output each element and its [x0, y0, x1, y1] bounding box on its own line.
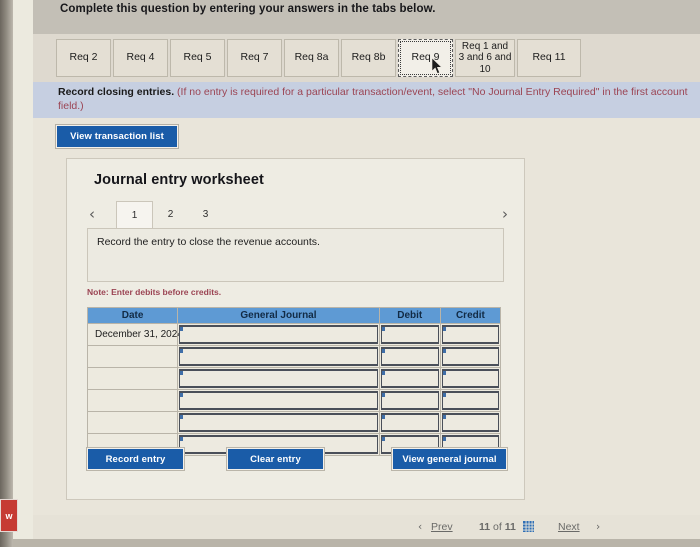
date-value-1: December 31, 2024 [95, 329, 183, 340]
page-root: Complete this question by entering your … [13, 0, 700, 547]
requirement-tabs-bar: Req 2 Req 4 Req 5 Req 7 Req 8a Req 8b Re… [33, 34, 700, 82]
table-row [86, 345, 502, 368]
browser-side-tab[interactable]: w [0, 499, 18, 532]
table-header-row: Date General Journal Debit Credit [86, 307, 502, 324]
content-area: View transaction list Journal entry work… [33, 118, 700, 547]
next-link[interactable]: Next [558, 521, 580, 533]
tab-req-11[interactable]: Req 11 [517, 39, 581, 77]
credit-input-3[interactable] [441, 369, 499, 388]
column-header-credit: Credit [439, 307, 502, 324]
cell-general-journal [177, 389, 380, 412]
general-journal-input-1[interactable] [179, 325, 378, 344]
worksheet-page-2[interactable]: 2 [153, 201, 188, 227]
requirement-description-band: Record closing entries. (If no entry is … [33, 82, 700, 118]
requirement-description: Record closing entries. (If no entry is … [58, 86, 688, 114]
entry-prompt-box: Record the entry to close the revenue ac… [87, 228, 504, 282]
worksheet-pager: ‹ 1 2 3 › [87, 201, 510, 229]
debit-input-2[interactable] [380, 347, 439, 366]
table-row [86, 411, 502, 434]
cell-credit [439, 345, 502, 368]
tab-req-2[interactable]: Req 2 [56, 39, 111, 77]
table-row [86, 367, 502, 390]
tab-req-4[interactable]: Req 4 [113, 39, 168, 77]
prev-chevron-icon[interactable]: ‹ [418, 521, 422, 533]
next-chevron-icon[interactable]: › [596, 521, 600, 533]
record-entry-button[interactable]: Record entry [87, 448, 184, 470]
cell-date: December 31, 2024 [86, 323, 183, 346]
tab-req-9[interactable]: Req 9 [398, 39, 453, 77]
cell-general-journal [177, 323, 380, 346]
general-journal-input-5[interactable] [179, 413, 378, 432]
journal-entry-worksheet-panel: Journal entry worksheet ‹ 1 2 3 › Record… [66, 158, 525, 500]
cell-credit [439, 411, 502, 434]
credit-input-1[interactable] [441, 325, 499, 344]
prev-link[interactable]: Prev [431, 521, 453, 533]
requirement-tabs: Req 2 Req 4 Req 5 Req 7 Req 8a Req 8b Re… [56, 39, 583, 77]
worksheet-page-1[interactable]: 1 [116, 201, 153, 229]
tab-req-7[interactable]: Req 7 [227, 39, 282, 77]
debit-input-5[interactable] [380, 413, 439, 432]
cell-debit [378, 345, 441, 368]
cell-general-journal [177, 345, 380, 368]
photo-bottom-edge [0, 539, 700, 547]
photo-left-margin [0, 0, 13, 547]
worksheet-page-3[interactable]: 3 [188, 201, 223, 227]
grid-view-icon[interactable] [523, 521, 534, 532]
cell-debit [378, 367, 441, 390]
tab-req-1-3-6-10[interactable]: Req 1 and 3 and 6 and 10 [455, 39, 515, 77]
cell-date [86, 345, 179, 368]
table-row: December 31, 2024 [86, 323, 502, 346]
general-journal-input-3[interactable] [179, 369, 378, 388]
cell-credit [439, 367, 502, 390]
column-header-date: Date [86, 307, 179, 324]
worksheet-next-icon[interactable]: › [502, 205, 508, 223]
page-total: 11 [504, 521, 516, 533]
tab-req-8a[interactable]: Req 8a [284, 39, 339, 77]
table-row [86, 389, 502, 412]
column-header-general-journal: General Journal [177, 307, 380, 324]
debits-before-credits-note: Note: Enter debits before credits. [87, 287, 222, 297]
cell-general-journal [177, 367, 380, 390]
view-transaction-list-button[interactable]: View transaction list [56, 125, 178, 148]
entry-prompt-text: Record the entry to close the revenue ac… [97, 236, 320, 248]
general-journal-input-4[interactable] [179, 391, 378, 410]
general-journal-input-2[interactable] [179, 347, 378, 366]
journal-entry-table: Date General Journal Debit Credit Decemb… [86, 307, 502, 456]
clear-entry-button[interactable]: Clear entry [227, 448, 324, 470]
page-current: 11 [479, 521, 491, 533]
cell-date [86, 389, 179, 412]
cell-date [86, 411, 179, 434]
debit-input-1[interactable] [380, 325, 439, 344]
view-general-journal-button[interactable]: View general journal [392, 448, 507, 470]
credit-input-2[interactable] [441, 347, 499, 366]
page-instruction-heading: Complete this question by entering your … [60, 3, 436, 15]
credit-input-4[interactable] [441, 391, 499, 410]
column-header-debit: Debit [378, 307, 441, 324]
worksheet-prev-icon[interactable]: ‹ [89, 205, 95, 223]
cell-credit [439, 389, 502, 412]
page-of-label: of [493, 521, 502, 533]
tab-req-8b[interactable]: Req 8b [341, 39, 396, 77]
worksheet-title: Journal entry worksheet [94, 172, 264, 188]
cell-general-journal [177, 411, 380, 434]
cell-debit [378, 389, 441, 412]
header-band: Complete this question by entering your … [33, 0, 700, 34]
credit-input-5[interactable] [441, 413, 499, 432]
cell-debit [378, 411, 441, 434]
worksheet-actions: Record entry Clear entry View general jo… [87, 448, 507, 472]
requirement-bold-text: Record closing entries. [58, 86, 175, 98]
cell-debit [378, 323, 441, 346]
page-counter: 11 of 11 [479, 521, 516, 533]
tab-req-5[interactable]: Req 5 [170, 39, 225, 77]
cell-date [86, 367, 179, 390]
debit-input-3[interactable] [380, 369, 439, 388]
debit-input-4[interactable] [380, 391, 439, 410]
cell-credit [439, 323, 502, 346]
